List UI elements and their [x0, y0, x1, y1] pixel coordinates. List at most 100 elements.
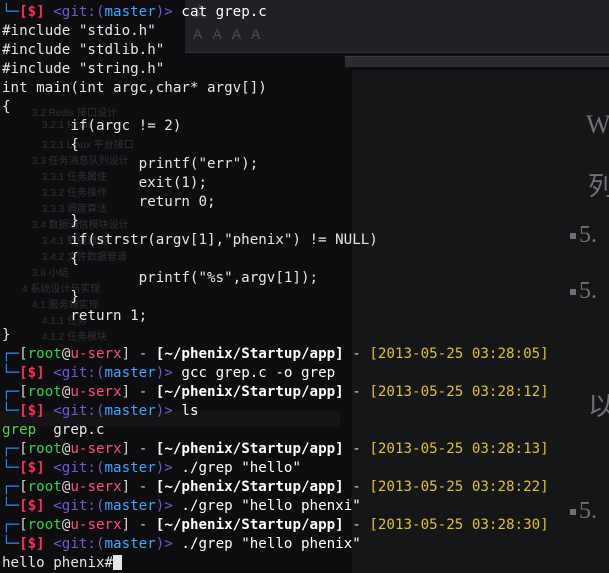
prompt-timestamp: [2013-05-25 03:28:13] [369, 441, 549, 457]
code-line: #include "string.h" [2, 61, 165, 77]
command-text: ./grep "hello phenxi" [181, 498, 361, 514]
prompt-symbol: [$] [19, 365, 45, 381]
code-line: if(argc != 2) [2, 118, 182, 134]
prompt-path: [~/phenix/Startup/app] [155, 441, 344, 457]
doc-text-fragment: 列 [588, 172, 609, 201]
terminal-cursor[interactable] [113, 555, 123, 570]
ls-file: grep.c [53, 422, 105, 438]
doc-text-fragment: 以 [588, 392, 609, 421]
code-line: { [2, 251, 79, 267]
prompt-bar: └─ [2, 498, 20, 514]
prompt-path: [~/phenix/Startup/app] [155, 479, 344, 495]
git-close: )> [155, 498, 173, 514]
code-line: #include "stdlib.h" [2, 42, 165, 58]
doc-bullet: 5. [570, 498, 597, 525]
prompt-timestamp: [2013-05-25 03:28:12] [369, 384, 549, 400]
prompt-separator: - [343, 441, 370, 457]
prompt-bar: ┌─ [2, 479, 20, 495]
program-output: hello phenix [2, 555, 105, 571]
code-line: exit(1); [2, 175, 207, 191]
git-close: )> [155, 403, 173, 419]
code-line: { [2, 99, 11, 115]
prompt-user: root [27, 517, 62, 533]
prompt-bar: ┌─ [2, 384, 20, 400]
prompt-host: u-serx [70, 479, 122, 495]
prompt-separator: - [130, 479, 156, 495]
prompt-host: u-serx [70, 517, 122, 533]
doc-bullet-label: 5. [579, 278, 597, 304]
git-label: <git:( [53, 460, 105, 476]
prompt-host: u-serx [70, 384, 122, 400]
prompt-header-line: ┌─[root@u-serx] - [~/phenix/Startup/app]… [2, 479, 549, 495]
prompt-path: [~/phenix/Startup/app] [155, 346, 344, 362]
command-text: ./grep "hello" [181, 460, 301, 476]
prompt-line: └─[$] <git:(master)> ./grep "hello phenx… [2, 497, 549, 516]
git-label: <git:( [53, 4, 105, 20]
prompt-symbol: [$] [19, 498, 45, 514]
ls-executable: grep [2, 422, 37, 438]
code-line: #include "stdio.h" [2, 23, 156, 39]
doc-bullet-label: 5. [579, 498, 597, 524]
code-line: return 0; [2, 194, 216, 210]
command-text: gcc grep.c -o grep [181, 365, 336, 381]
prompt-bar: └─ [2, 403, 20, 419]
prompt-separator: - [343, 517, 370, 533]
prompt-user: root [27, 441, 62, 457]
prompt-separator: - [130, 384, 156, 400]
prompt-separator: - [130, 346, 156, 362]
git-branch: master [104, 365, 156, 381]
code-line: printf("%s",argv[1]); [2, 270, 319, 286]
prompt-timestamp: [2013-05-25 03:28:22] [369, 479, 549, 495]
prompt-separator: - [130, 441, 156, 457]
prompt-line: └─[$] <git:(master)> ./grep "hello pheni… [2, 535, 549, 554]
prompt-bar: └─ [2, 365, 20, 381]
terminal-output[interactable]: └─[$] <git:(master)> cat grep.c #include… [2, 3, 549, 573]
prompt-header-line: ┌─[root@u-serx] - [~/phenix/Startup/app]… [2, 384, 549, 400]
command-text: cat grep.c [181, 4, 267, 20]
git-branch: master [104, 4, 156, 20]
prompt-host: u-serx [70, 441, 122, 457]
ls-output-line: grep grep.c [2, 421, 549, 440]
prompt-separator: - [130, 517, 156, 533]
program-output-line: hello phenix# [2, 554, 549, 573]
prompt-symbol: [$] [19, 403, 45, 419]
prompt-bar: └─ [2, 460, 20, 476]
prompt-bar: ┌─ [2, 346, 20, 362]
git-branch: master [104, 460, 156, 476]
git-branch: master [104, 403, 156, 419]
prompt-host: u-serx [70, 346, 122, 362]
doc-bullet: 5. [570, 278, 597, 305]
code-line: if(strstr(argv[1],"phenix") != NULL) [2, 232, 378, 248]
git-close: )> [155, 365, 173, 381]
prompt-separator: - [343, 479, 370, 495]
git-label: <git:( [53, 403, 105, 419]
code-line: printf("err"); [2, 156, 259, 172]
prompt-line: └─[$] <git:(master)> cat grep.c [2, 3, 549, 22]
doc-bullet: 5. [570, 222, 597, 249]
git-close: )> [155, 536, 173, 552]
prompt-symbol: [$] [19, 536, 45, 552]
code-line: } [2, 213, 79, 229]
prompt-symbol: [$] [19, 460, 45, 476]
code-line: return 1; [2, 308, 148, 324]
git-close: )> [155, 4, 173, 20]
git-close: )> [155, 460, 173, 476]
prompt-user: root [27, 346, 62, 362]
prompt-timestamp: [2013-05-25 03:28:05] [369, 346, 549, 362]
prompt-line: └─[$] <git:(master)> ./grep "hello" [2, 459, 549, 478]
prompt-bar: ┌─ [2, 517, 20, 533]
git-branch: master [104, 536, 156, 552]
prompt-tail: # [104, 555, 114, 571]
prompt-line: └─[$] <git:(master)> ls [2, 402, 549, 421]
prompt-separator: - [343, 384, 370, 400]
prompt-user: root [27, 479, 62, 495]
git-label: <git:( [53, 498, 105, 514]
git-label: <git:( [53, 536, 105, 552]
prompt-user: root [27, 384, 62, 400]
doc-heading-fragment: W [586, 110, 609, 139]
code-line: { [2, 137, 79, 153]
prompt-bar: └─ [2, 536, 20, 552]
prompt-timestamp: [2013-05-25 03:28:30] [369, 517, 549, 533]
prompt-header-line: ┌─[root@u-serx] - [~/phenix/Startup/app]… [2, 346, 549, 362]
prompt-separator: - [343, 346, 370, 362]
